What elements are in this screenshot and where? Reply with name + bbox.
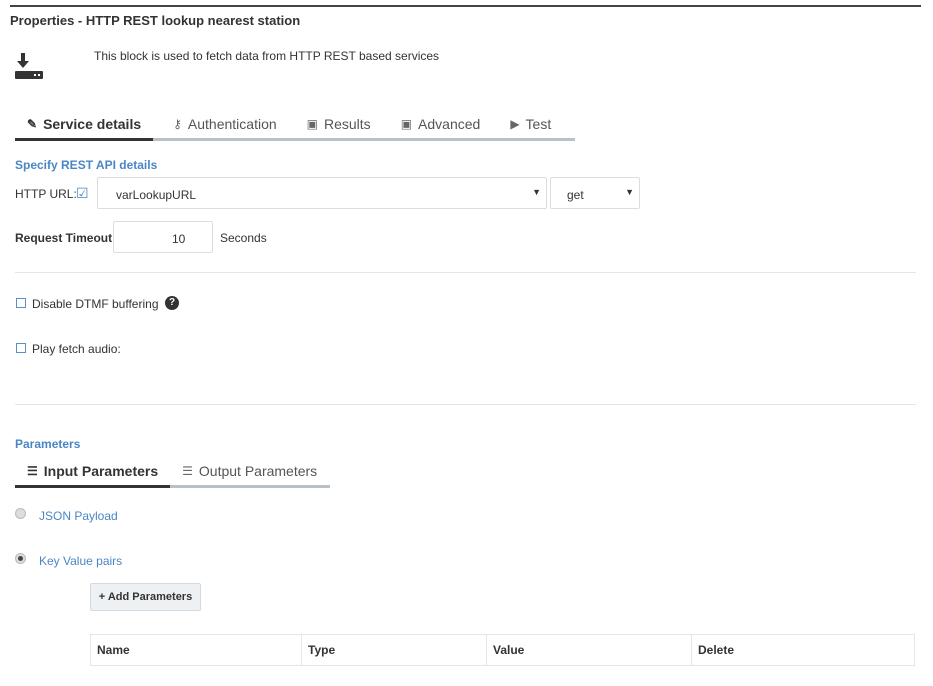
tab-label: Test [525,116,552,132]
play-circle-icon: ▶ [510,117,520,131]
chevron-down-icon: ▼ [532,187,541,197]
key-icon: ⚷ [173,117,182,131]
key-value-label: Key Value pairs [39,554,123,568]
tab-label: Service details [43,116,142,132]
timeout-unit: Seconds [220,231,267,245]
play-fetch-label: Play fetch audio: [32,342,121,356]
column-header-delete: Delete [691,634,915,666]
tab-results[interactable]: ▣ Results [295,116,383,141]
key-value-radio[interactable] [15,553,26,564]
method-value: get [567,188,584,202]
timeout-label: Request Timeout: [15,231,117,245]
help-icon[interactable]: ? [165,296,179,310]
table-header-row: Name Type Value Delete [90,634,915,666]
tab-label: Input Parameters [43,463,159,479]
list-icon: ☰ [27,464,38,478]
tab-authentication[interactable]: ⚷ Authentication [161,116,289,141]
page-title: Properties - HTTP REST lookup nearest st… [10,13,301,28]
play-fetch-checkbox[interactable] [16,343,26,353]
pencil-icon: ✎ [27,117,38,131]
list-icon: ☰ [182,464,193,478]
column-header-value: Value [486,634,692,666]
timeout-value: 10 [172,232,186,246]
json-payload-label: JSON Payload [39,509,118,523]
http-url-label: HTTP URL: [15,187,77,201]
tab-label: Results [324,116,371,132]
parameter-tabs: ☰ Input Parameters ☰ Output Parameters [15,463,330,488]
column-header-type: Type [301,634,487,666]
parameters-table: Name Type Value Delete [90,634,915,666]
http-url-value: varLookupURL [116,188,197,202]
parameters-title: Parameters [15,437,81,451]
http-url-checkbox[interactable]: ☑ [76,186,89,200]
block-description: This block is used to fetch data from HT… [94,49,440,63]
timeout-input[interactable]: 10 [113,221,213,253]
tab-advanced[interactable]: ▣ Advanced [389,116,493,141]
section-title: Specify REST API details [15,158,158,172]
tab-output-parameters[interactable]: ☰ Output Parameters [170,463,329,488]
tab-label: Output Parameters [198,463,318,479]
disable-dtmf-label: Disable DTMF buffering [32,297,159,311]
tab-label: Authentication [187,116,277,132]
floppy-icon: ▣ [306,117,318,131]
method-select[interactable]: get ▼ [550,177,640,209]
column-header-name: Name [90,634,302,666]
tab-service-details[interactable]: ✎ Service details [15,116,154,141]
disable-dtmf-checkbox[interactable] [16,298,26,308]
chevron-down-icon: ▼ [625,187,634,197]
download-server-icon [15,53,43,79]
add-parameters-button[interactable]: + Add Parameters [90,583,201,611]
http-url-select[interactable]: varLookupURL ▼ [97,177,547,209]
json-payload-radio[interactable] [15,508,26,519]
tab-input-parameters[interactable]: ☰ Input Parameters [15,463,171,488]
divider [15,404,916,405]
main-tabs: ✎ Service details ⚷ Authentication ▣ Result… [15,116,575,141]
tab-test[interactable]: ▶ Test [498,116,563,141]
top-border [10,5,921,7]
divider [15,272,916,273]
floppy-icon: ▣ [400,117,413,131]
tab-label: Advanced [418,116,481,132]
